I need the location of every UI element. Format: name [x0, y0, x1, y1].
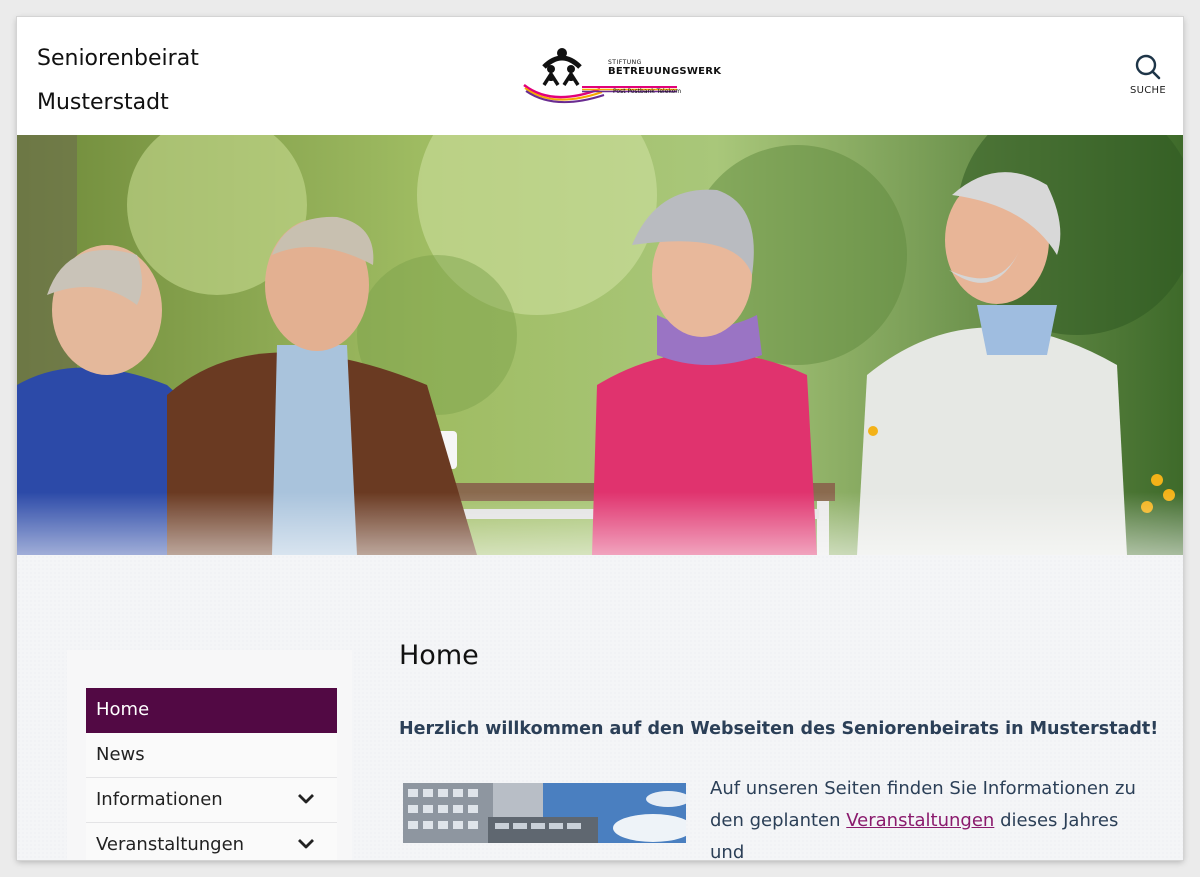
site-title-line1[interactable]: Seniorenbeirat — [37, 37, 199, 81]
intro-text: Auf unseren Seiten finden Sie Informatio… — [710, 773, 1140, 860]
sidebar-item-informationen[interactable]: Informationen — [86, 778, 337, 823]
sidebar-item-home[interactable]: Home — [86, 688, 337, 733]
sidebar-item-label: News — [96, 744, 145, 765]
sidebar-item-label: Veranstaltungen — [96, 834, 245, 855]
logo-sub-text: Post Postbank Telekom — [613, 88, 682, 95]
site-title-line2[interactable]: Musterstadt — [37, 81, 199, 125]
site-header: Seniorenbeirat Musterstadt STIFTUNG BETR… — [17, 17, 1183, 135]
search-label: SUCHE — [1130, 85, 1166, 96]
logo-main-text: BETREUUNGSWERK — [608, 66, 722, 77]
seniors-photo — [17, 135, 1183, 555]
sidebar-item-news[interactable]: News — [86, 733, 337, 778]
logo-small-text: STIFTUNG — [608, 59, 642, 66]
welcome-heading: Herzlich willkommen auf den Webseiten de… — [399, 719, 1159, 739]
search-button[interactable]: SUCHE — [1125, 53, 1171, 96]
city-buildings-photo — [403, 783, 686, 843]
browser-page: Seniorenbeirat Musterstadt STIFTUNG BETR… — [17, 17, 1183, 860]
chevron-down-icon[interactable] — [297, 792, 315, 806]
stiftung-logo[interactable]: STIFTUNG BETREUUNGSWERK Post Postbank Te… — [522, 45, 721, 105]
chevron-down-icon[interactable] — [297, 837, 315, 851]
sidebar-nav: Home News Informationen Veranstaltungen — [86, 688, 337, 860]
city-thumbnail[interactable] — [403, 783, 686, 843]
hero-image — [17, 135, 1183, 555]
site-title[interactable]: Seniorenbeirat Musterstadt — [37, 37, 199, 125]
sidebar-item-label: Informationen — [96, 789, 223, 810]
sidebar-item-label: Home — [96, 699, 150, 720]
veranstaltungen-link[interactable]: Veranstaltungen — [846, 810, 994, 831]
page-title: Home — [399, 640, 479, 671]
search-icon — [1135, 54, 1161, 80]
sidebar-item-veranstaltungen[interactable]: Veranstaltungen — [86, 823, 337, 860]
